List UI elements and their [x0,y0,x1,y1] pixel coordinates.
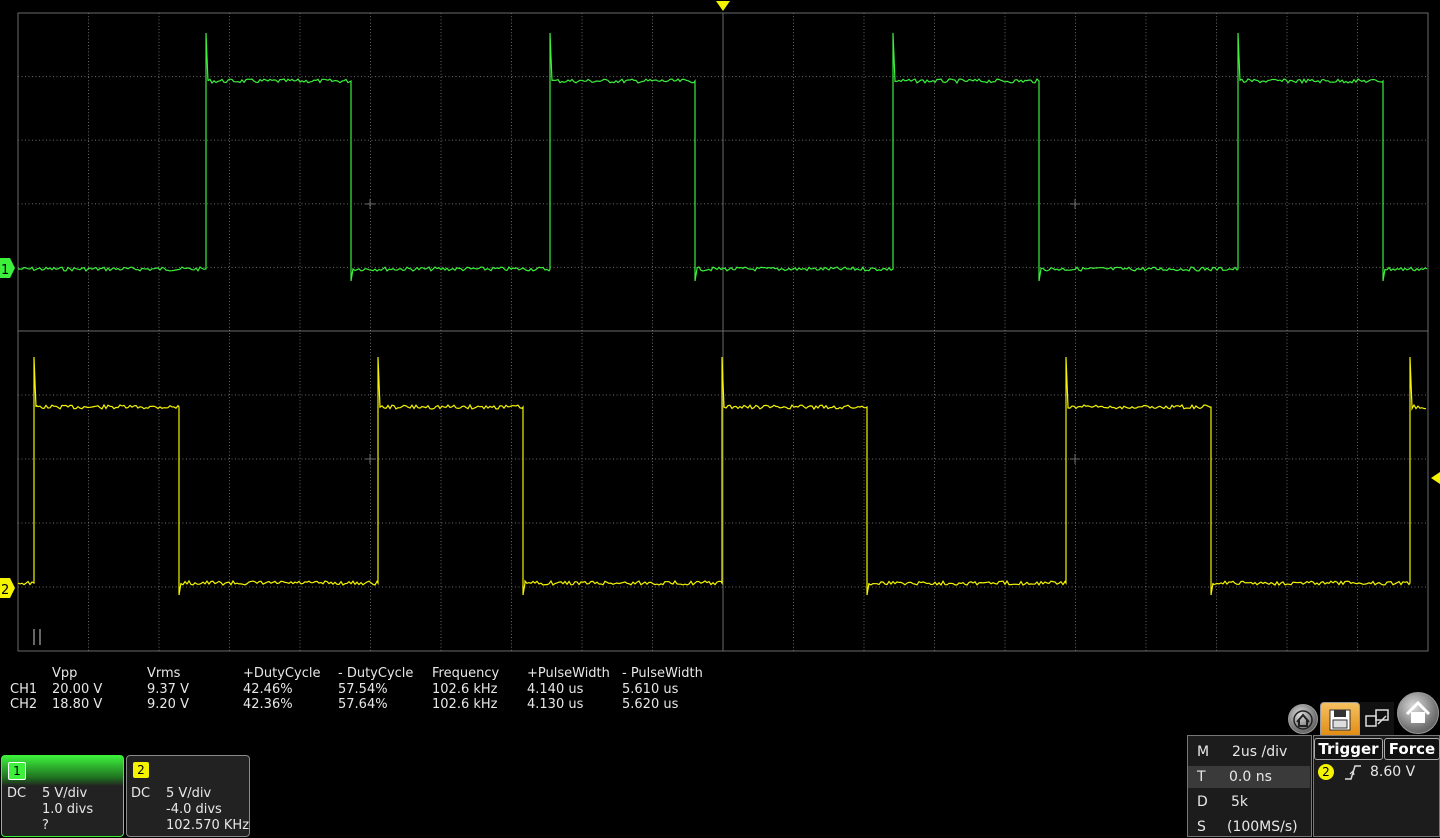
channel-1-coupling: DC [7,786,26,801]
meas-header-frequency: Frequency [432,666,499,681]
home-history-icon[interactable] [1288,704,1318,734]
meas-value: 4.130 us [527,697,583,712]
channel-2-coupling: DC [131,786,150,801]
rising-edge-icon [1343,762,1363,786]
ch1-ground-marker[interactable]: 1 [0,258,15,278]
trigger-delay-value: 0.0 ns [1229,769,1272,785]
ch2-waveform [18,357,1426,595]
memory-depth-value: 5k [1231,794,1248,810]
home-icon[interactable] [1397,692,1439,734]
meas-value: 42.36% [243,697,293,712]
timebase-value: 2us /div [1232,744,1287,760]
meas-header-neg-duty: - DutyCycle [338,666,413,681]
meas-value: 102.6 kHz [432,697,497,712]
meas-header-pos-width: +PulseWidth [527,666,610,681]
channel-2-extra: 102.570 KHz [166,818,249,833]
meas-value: 4.140 us [527,682,583,697]
meas-value: 57.64% [338,697,388,712]
sample-rate-row[interactable]: S (100MS/s) [1188,816,1310,838]
trigger-button[interactable]: Trigger [1314,738,1383,760]
cursor-tick-icon [34,629,40,645]
meas-value: 5.620 us [622,697,678,712]
trigger-level: 8.60 V [1370,764,1415,780]
meas-value: 9.37 V [147,682,189,697]
meas-value: 20.00 V [52,682,102,697]
channel-2-scale: 5 V/div [166,786,211,801]
memory-depth-label: D [1197,794,1208,810]
meas-header-neg-width: - PulseWidth [622,666,703,681]
channel-1-offset: 1.0 divs [42,802,93,817]
timebase-row[interactable]: M 2us /div [1188,741,1310,763]
trigger-level-marker[interactable] [1431,472,1440,484]
channel-1-extra: ? [42,818,49,833]
meas-row-label: CH2 [10,697,37,712]
meas-value: 57.54% [338,682,388,697]
channel-2-offset: -4.0 divs [166,802,222,817]
channel-1-tag: 1 [8,762,26,780]
ch2-ground-marker[interactable]: 2 [0,578,15,598]
channel-1-settings[interactable]: 1 DC 5 V/div 1.0 divs ? [1,755,124,837]
sample-rate-value: (100MS/s) [1227,819,1298,835]
memory-depth-row[interactable]: D 5k [1188,791,1310,813]
display-layout-icon[interactable] [1360,702,1394,736]
meas-value: 102.6 kHz [432,682,497,697]
graticule [18,13,1428,651]
channel-2-tag: 2 [133,762,149,778]
horizontal-settings-panel[interactable]: M 2us /div T 0.0 ns D 5k S (100MS/s) [1187,735,1312,837]
meas-header-vpp: Vpp [52,666,77,681]
meas-header-vrms: Vrms [147,666,180,681]
trigger-position-marker[interactable] [716,1,730,11]
channel-2-settings[interactable]: 2 DC 5 V/div -4.0 divs 102.570 KHz [126,755,250,837]
ch1-marker-label: 1 [1,263,9,278]
trigger-delay-label: T [1197,769,1206,785]
meas-header-pos-duty: +DutyCycle [243,666,320,681]
channel-1-scale: 5 V/div [42,786,87,801]
trigger-source-badge: 2 [1318,764,1334,780]
meas-row-label: CH1 [10,682,37,697]
meas-value: 5.610 us [622,682,678,697]
sample-rate-label: S [1197,819,1206,835]
ch2-marker-label: 2 [1,583,9,598]
oscilloscope-display[interactable]: 1 2 [0,0,1440,660]
meas-value: 18.80 V [52,697,102,712]
trigger-delay-row[interactable]: T 0.0 ns [1188,766,1310,788]
timebase-label: M [1197,744,1209,760]
save-icon[interactable] [1320,702,1360,738]
force-trigger-button[interactable]: Force [1384,738,1440,760]
meas-value: 9.20 V [147,697,189,712]
meas-value: 42.46% [243,682,293,697]
